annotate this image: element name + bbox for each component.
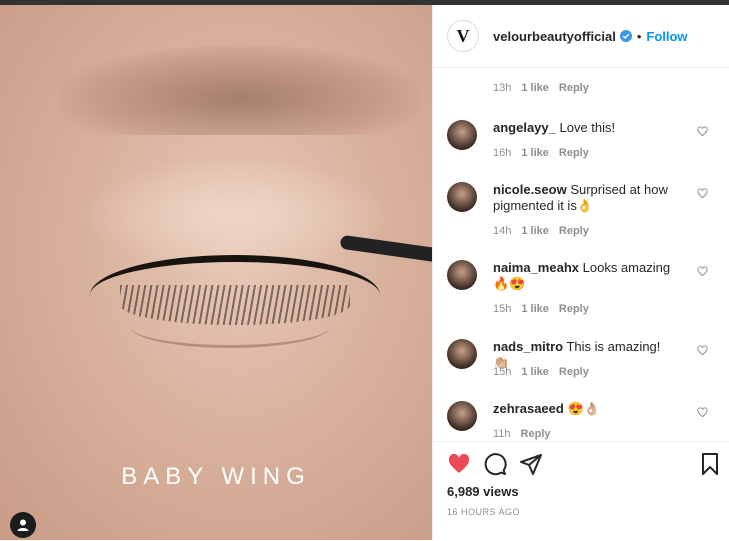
comment-meta: 16h 1 like Reply — [493, 147, 589, 159]
avatar[interactable] — [447, 401, 477, 431]
comment-text: angelayy_ Love this! — [493, 120, 678, 136]
eyeliner-pencil — [339, 234, 432, 266]
post-media[interactable]: BABY WING — [0, 5, 432, 540]
comment-body: Love this! — [559, 120, 616, 135]
comment-username[interactable]: zehrasaeed — [493, 401, 564, 416]
comment-likes[interactable]: 1 like — [521, 303, 549, 315]
post-side-panel: V velourbeautyofficial • Follow 13h 1 li… — [432, 5, 729, 540]
user-tag-button[interactable] — [10, 512, 36, 538]
comment-likes[interactable]: 1 like — [521, 225, 549, 237]
eyebrow-shape — [60, 45, 420, 135]
logo-letter: V — [456, 25, 470, 46]
comment-likes[interactable]: 1 like — [521, 366, 549, 378]
comment-username[interactable]: angelayy_ — [493, 120, 556, 135]
post-header: V velourbeautyofficial • Follow — [433, 5, 729, 68]
reply-button[interactable]: Reply — [521, 428, 551, 440]
comment-username[interactable]: nads_mitro — [493, 339, 563, 354]
comment-time: 11h — [493, 428, 511, 440]
comment-time: 15h — [493, 366, 512, 378]
media-caption: BABY WING — [121, 463, 311, 490]
reply-button[interactable]: Reply — [559, 366, 589, 378]
reply-button[interactable]: Reply — [559, 147, 589, 159]
comment-body: 😍👌🏼 — [567, 401, 600, 416]
comment-bubble-icon[interactable] — [483, 452, 507, 476]
comment-likes[interactable]: 1 like — [521, 147, 549, 159]
comments-list[interactable]: 13h 1 like Reply angelayy_ Love this! 16… — [433, 68, 729, 441]
comment-time: 15h — [493, 303, 512, 315]
comment-meta: 13h 1 like Reply — [493, 82, 589, 94]
reply-button[interactable]: Reply — [559, 303, 589, 315]
bookmark-icon[interactable] — [698, 452, 722, 476]
comment-meta: 14h 1 like Reply — [493, 225, 589, 237]
separator-dot: • — [636, 28, 642, 44]
heart-icon[interactable] — [697, 266, 708, 277]
comment-meta: 15h 1 like Reply — [493, 366, 589, 378]
avatar[interactable] — [447, 260, 477, 290]
avatar[interactable] — [447, 339, 477, 369]
verified-badge-icon — [619, 30, 632, 42]
comment-username[interactable]: nicole.seow — [493, 182, 567, 197]
comment-username[interactable]: naima_meahx — [493, 260, 579, 275]
comment-text: zehrasaeed 😍👌🏼 — [493, 401, 678, 417]
like-heart-icon[interactable] — [447, 452, 471, 476]
header-username[interactable]: velourbeautyofficial — [493, 29, 616, 44]
heart-icon[interactable] — [697, 407, 708, 418]
comment-text: naima_meahx Looks amazing 🔥😍 — [493, 260, 678, 292]
comment-time: 14h — [493, 225, 512, 237]
follow-button[interactable]: Follow — [646, 29, 687, 44]
view-count[interactable]: 6,989 views — [447, 484, 519, 499]
lower-lid — [130, 305, 330, 348]
share-send-icon[interactable] — [519, 452, 543, 476]
avatar[interactable] — [447, 120, 477, 150]
comment-likes[interactable]: 1 like — [521, 82, 549, 94]
comment-time: 13h — [493, 82, 512, 94]
heart-icon[interactable] — [697, 126, 708, 137]
post-timestamp: 16 HOURS AGO — [447, 507, 521, 517]
comment-time: 16h — [493, 147, 512, 159]
user-icon — [17, 519, 29, 531]
reply-button[interactable]: Reply — [559, 82, 589, 94]
comment-meta: 11h Reply — [493, 428, 551, 440]
avatar[interactable]: V — [447, 20, 479, 52]
reply-button[interactable]: Reply — [559, 225, 589, 237]
action-bar: 6,989 views 16 HOURS AGO — [433, 441, 729, 541]
heart-icon[interactable] — [697, 345, 708, 356]
heart-icon[interactable] — [697, 188, 708, 199]
comment-meta: 15h 1 like Reply — [493, 303, 589, 315]
comment-text: nicole.seow Surprised at how pigmented i… — [493, 182, 678, 214]
avatar[interactable] — [447, 182, 477, 212]
